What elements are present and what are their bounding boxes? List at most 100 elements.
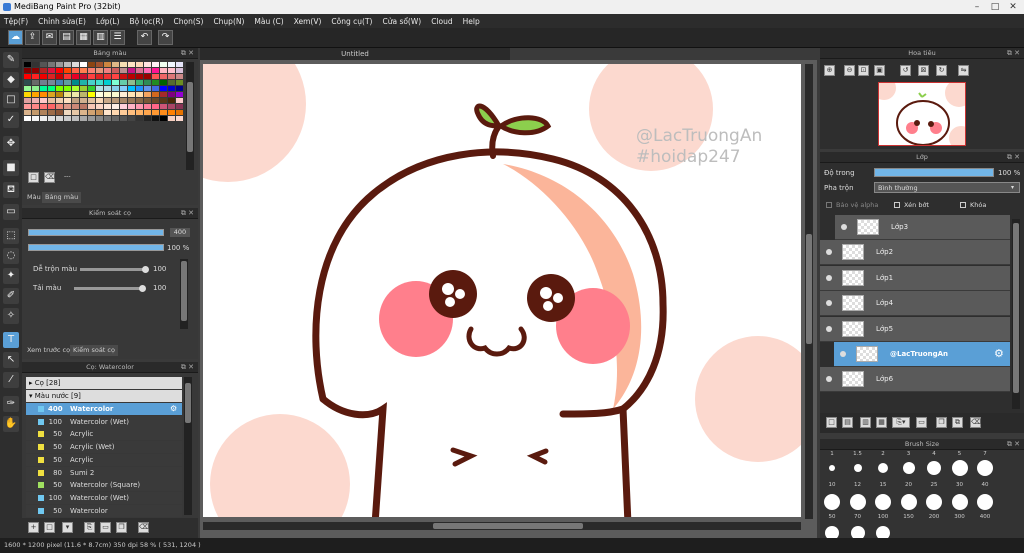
hand-tool-icon[interactable]: ✋ (3, 416, 19, 432)
color-swatch[interactable] (176, 110, 183, 115)
color-swatch[interactable] (80, 116, 87, 121)
color-swatch[interactable] (64, 62, 71, 67)
color-swatch[interactable] (64, 110, 71, 115)
menu-select[interactable]: Chọn(S) (173, 17, 203, 26)
color-swatch[interactable] (24, 92, 31, 97)
color-swatch[interactable] (112, 74, 119, 79)
color-swatch[interactable] (120, 80, 127, 85)
color-swatch[interactable] (80, 62, 87, 67)
color-swatch[interactable] (104, 98, 111, 103)
redo-icon[interactable]: ↷ (158, 30, 173, 45)
color-swatch[interactable] (80, 104, 87, 109)
canvas-vscrollbar[interactable] (805, 64, 813, 519)
color-swatch[interactable] (176, 98, 183, 103)
layer-row[interactable]: Lớp1 (820, 265, 1010, 291)
color-swatch[interactable] (64, 116, 71, 121)
layer-opacity-slider[interactable] (874, 168, 994, 177)
brush-list-item[interactable]: 50 Acrylic (26, 428, 182, 441)
brush-size-option[interactable] (875, 494, 891, 510)
color-swatch[interactable] (32, 62, 39, 67)
color-swatch[interactable] (56, 62, 63, 67)
color-swatch[interactable] (168, 98, 175, 103)
color-swatch[interactable] (96, 68, 103, 73)
color-swatch[interactable] (88, 92, 95, 97)
delete-layer-icon[interactable]: ⌫ (970, 417, 981, 428)
zoom-in-icon[interactable]: ⊕ (824, 65, 835, 76)
color-swatch[interactable] (144, 62, 151, 67)
color-swatch[interactable] (96, 86, 103, 91)
new-layer-icon[interactable]: □ (826, 417, 837, 428)
color-swatch[interactable] (24, 110, 31, 115)
move-tool-icon[interactable]: ✥ (3, 136, 19, 152)
color-swatch[interactable] (32, 92, 39, 97)
brush-size-option[interactable] (926, 494, 942, 510)
brush-size-value[interactable]: 400 (170, 228, 190, 237)
color-swatch[interactable] (96, 110, 103, 115)
color-swatch[interactable] (112, 80, 119, 85)
blend-slider[interactable] (80, 268, 146, 271)
color-swatch[interactable] (80, 74, 87, 79)
color-swatch[interactable] (40, 110, 47, 115)
pen-tool-icon[interactable]: ✓ (3, 112, 19, 128)
color-swatch[interactable] (88, 80, 95, 85)
color-swatch[interactable] (176, 116, 183, 121)
duplicate-layer-icon[interactable]: ❐ (936, 417, 947, 428)
color-swatch[interactable] (40, 80, 47, 85)
color-swatch[interactable] (80, 110, 87, 115)
layer-row[interactable]: @LacTruongAn ⚙ (834, 342, 1010, 367)
color-swatch[interactable] (80, 92, 87, 97)
color-swatch[interactable] (120, 68, 127, 73)
eye-icon[interactable] (826, 274, 832, 281)
color-swatch[interactable] (88, 62, 95, 67)
rotate-reset-icon[interactable]: ⊠ (918, 65, 929, 76)
brush-size-option[interactable] (900, 494, 917, 510)
menu-window[interactable]: Cửa sổ(W) (382, 17, 421, 26)
menu-help[interactable]: Help (463, 17, 480, 26)
grid-icon[interactable]: ▥ (93, 30, 108, 45)
color-swatch[interactable] (88, 74, 95, 79)
swatch-scrollbar[interactable] (186, 62, 194, 170)
color-swatch[interactable] (120, 86, 127, 91)
eye-icon[interactable] (826, 376, 832, 383)
color-swatch[interactable] (104, 110, 111, 115)
color-swatch[interactable] (64, 98, 71, 103)
brush-size-option[interactable] (878, 463, 888, 473)
color-swatch[interactable] (64, 74, 71, 79)
color-swatch[interactable] (48, 86, 55, 91)
flip-icon[interactable]: ⇋ (958, 65, 969, 76)
color-swatch[interactable] (152, 62, 159, 67)
clipping-checkbox[interactable] (894, 202, 900, 208)
color-swatch[interactable] (136, 92, 143, 97)
reuse-knob[interactable] (139, 285, 146, 292)
color-swatch[interactable] (168, 116, 175, 121)
color-swatch[interactable] (120, 74, 127, 79)
color-swatch[interactable] (104, 80, 111, 85)
color-swatch[interactable] (112, 68, 119, 73)
add-brush-icon[interactable]: + (28, 522, 39, 533)
color-swatch[interactable] (152, 80, 159, 85)
dropper-tool-icon[interactable]: ⁄ (3, 372, 19, 388)
color-swatch[interactable] (136, 110, 143, 115)
color-swatch[interactable] (56, 68, 63, 73)
menu-cloud[interactable]: Cloud (431, 17, 452, 26)
color-swatch[interactable] (64, 104, 71, 109)
color-swatch[interactable] (144, 86, 151, 91)
color-swatch[interactable] (72, 92, 79, 97)
color-swatch[interactable] (168, 92, 175, 97)
select-pen-icon[interactable]: ✐ (3, 288, 19, 304)
color-swatch[interactable] (144, 116, 151, 121)
color-swatch[interactable] (144, 104, 151, 109)
color-swatch[interactable] (40, 62, 47, 67)
color-swatch[interactable] (128, 116, 135, 121)
color-swatch[interactable] (56, 98, 63, 103)
menu-snap[interactable]: Chụp(N) (213, 17, 244, 26)
document-tab[interactable]: Untitled (200, 48, 510, 60)
select-eraser-icon[interactable]: ✧ (3, 308, 19, 324)
lasso-tool-icon[interactable]: ◌ (3, 248, 19, 264)
copy-brush-icon[interactable]: ⎘ (84, 522, 95, 533)
delete-brush-icon[interactable]: ⌫ (138, 522, 149, 533)
color-swatch[interactable] (168, 74, 175, 79)
brush-list-item[interactable]: 100 Watercolor (Wet) (26, 415, 182, 428)
rotate-left-icon[interactable]: ↺ (900, 65, 911, 76)
color-swatch[interactable] (120, 110, 127, 115)
